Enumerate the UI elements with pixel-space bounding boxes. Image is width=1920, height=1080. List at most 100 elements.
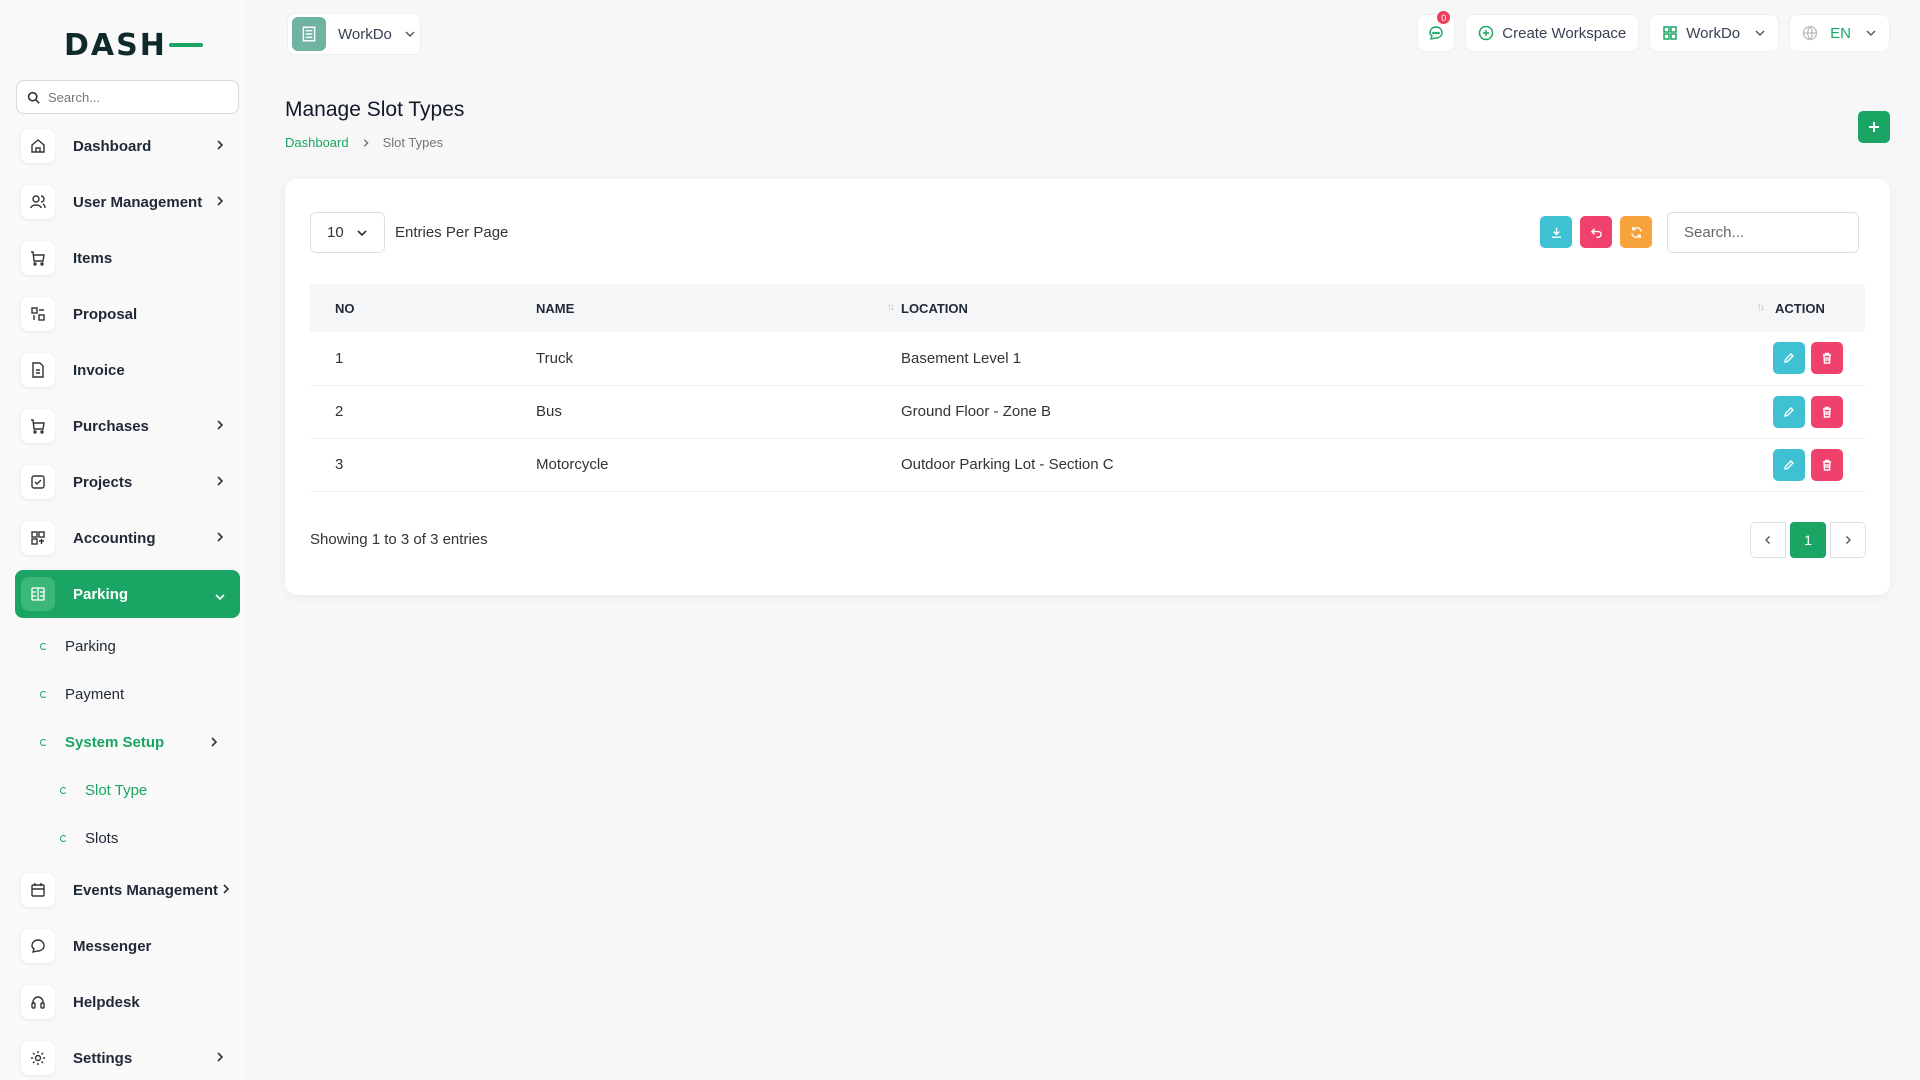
gear-icon (21, 1041, 55, 1075)
bullet-icon (60, 834, 67, 842)
sidebar-subitem-slot-type[interactable]: Slot Type (0, 766, 240, 814)
sidebar-subitem-label: Slot Type (85, 781, 148, 799)
language-code: EN (1830, 24, 1851, 42)
sidebar-item-label: Invoice (73, 361, 125, 379)
cart-icon (21, 409, 55, 443)
notification-badge: 0 (1437, 11, 1451, 24)
pagination-next[interactable] (1830, 522, 1866, 558)
sidebar-item-label: Dashboard (73, 137, 152, 155)
sidebar-item-label: Projects (73, 473, 133, 491)
column-header-label: NO (335, 300, 355, 316)
sort-icon: ↑↓ (887, 302, 895, 313)
table-row: 3 Motorcycle Outdoor Parking Lot - Secti… (310, 438, 1865, 492)
sidebar-item-dashboard[interactable]: Dashboard (15, 118, 240, 174)
cell-name: Motorcycle (536, 438, 901, 492)
add-slot-type-button[interactable] (1858, 111, 1890, 143)
brand-logo[interactable]: DASH (64, 27, 203, 63)
sidebar-item-settings[interactable]: Settings (15, 1030, 240, 1080)
sidebar-item-user-management[interactable]: User Management (15, 174, 240, 230)
bullet-icon (40, 642, 47, 650)
sidebar-subitem-slots[interactable]: Slots (0, 814, 240, 862)
sidebar-item-messenger[interactable]: Messenger (15, 918, 240, 974)
company-switcher[interactable]: WorkDo (1649, 14, 1780, 52)
pencil-icon (1784, 459, 1794, 470)
sidebar-item-label: Items (73, 249, 113, 267)
pagination: 1 (1750, 522, 1866, 558)
sidebar-item-purchases[interactable]: Purchases (15, 398, 240, 454)
sidebar-item-projects[interactable]: Projects (15, 454, 240, 510)
workspace-switcher[interactable]: WorkDo (287, 13, 421, 55)
building-icon (302, 26, 316, 42)
create-workspace-label: Create Workspace (1502, 24, 1627, 42)
entries-per-page: 10 Entries Per Page (310, 212, 508, 253)
pagination-page[interactable]: 1 (1790, 522, 1826, 558)
delete-button[interactable] (1811, 342, 1843, 375)
chevron-right-icon (217, 1052, 224, 1062)
chevron-right-icon (363, 138, 369, 147)
column-header-name[interactable]: NAME ↑↓ (536, 284, 901, 332)
slot-types-card: 10 Entries Per Page NO NAME ↑↓ LOCATION ↑↓… (285, 179, 1890, 595)
sidebar-item-parking[interactable]: Parking (15, 570, 240, 618)
column-header-location[interactable]: LOCATION ↑↓ (901, 284, 1771, 332)
breadcrumb-home-link[interactable]: Dashboard (285, 135, 349, 150)
breadcrumb-current: Slot Types (382, 135, 444, 150)
delete-button[interactable] (1811, 448, 1843, 481)
column-header-no[interactable]: NO (310, 284, 536, 332)
cell-name: Bus (536, 385, 901, 439)
sidebar-subitem-parking[interactable]: Parking (0, 622, 240, 670)
column-header-action: ACTION (1771, 284, 1865, 332)
reset-button[interactable] (1580, 216, 1612, 248)
column-header-label: LOCATION (901, 300, 968, 316)
logo-accent-line (168, 43, 203, 47)
file-icon (21, 353, 55, 387)
reload-button[interactable] (1620, 216, 1652, 248)
refresh-icon (1630, 226, 1642, 238)
sidebar-search-input[interactable] (48, 89, 218, 105)
sidebar-item-helpdesk[interactable]: Helpdesk (15, 974, 240, 1030)
chevron-down-icon (215, 594, 225, 601)
breadcrumb: Dashboard Slot Types (285, 135, 443, 150)
sidebar-item-label: Messenger (73, 937, 152, 955)
chevron-right-icon (217, 532, 224, 542)
logo-text: DASH (64, 27, 167, 63)
edit-button[interactable] (1773, 342, 1805, 375)
sort-icon: ↑↓ (1757, 302, 1765, 313)
cell-location: Basement Level 1 (901, 332, 1771, 386)
apps-icon (1663, 26, 1677, 40)
sidebar-item-proposal[interactable]: Proposal (15, 286, 240, 342)
sidebar-item-accounting[interactable]: Accounting (15, 510, 240, 566)
edit-button[interactable] (1773, 395, 1805, 428)
chevron-down-icon (1866, 30, 1876, 36)
sidebar: DASH Dashboard User Management Items Pro… (0, 0, 245, 1080)
trash-icon (1823, 406, 1831, 418)
export-button[interactable] (1540, 216, 1572, 248)
sidebar-item-label: Parking (73, 585, 129, 603)
per-page-label: Entries Per Page (395, 224, 509, 241)
slot-types-table: NO NAME ↑↓ LOCATION ↑↓ ACTION 1 Truck Base… (310, 284, 1865, 492)
sidebar-subitem-system-setup[interactable]: System Setup (0, 718, 240, 766)
cell-no: 3 (310, 438, 536, 492)
table-search-input[interactable] (1667, 212, 1859, 253)
calendar-icon (21, 873, 55, 907)
plus-icon (1869, 122, 1879, 132)
plus-circle-icon (1479, 25, 1494, 41)
chevron-down-icon (357, 230, 367, 237)
sidebar-subitem-payment[interactable]: Payment (0, 670, 240, 718)
sidebar-subitem-label: Payment (65, 685, 125, 703)
sidebar-search (16, 80, 239, 114)
delete-button[interactable] (1811, 395, 1843, 428)
cart-icon (21, 241, 55, 275)
trash-icon (1823, 353, 1831, 364)
per-page-select[interactable]: 10 (310, 212, 385, 253)
sidebar-item-items[interactable]: Items (15, 230, 240, 286)
table-tools (1540, 216, 1652, 248)
pagination-prev[interactable] (1750, 522, 1786, 558)
create-workspace-button[interactable]: Create Workspace (1465, 14, 1640, 52)
notifications-button[interactable]: 0 (1417, 11, 1456, 52)
chevron-right-icon (217, 420, 224, 430)
sidebar-item-invoice[interactable]: Invoice (15, 342, 240, 398)
edit-button[interactable] (1773, 448, 1805, 481)
sidebar-item-events-management[interactable]: Events Management (15, 862, 240, 918)
chevron-right-icon (223, 884, 230, 894)
language-switcher[interactable]: EN (1789, 14, 1890, 52)
